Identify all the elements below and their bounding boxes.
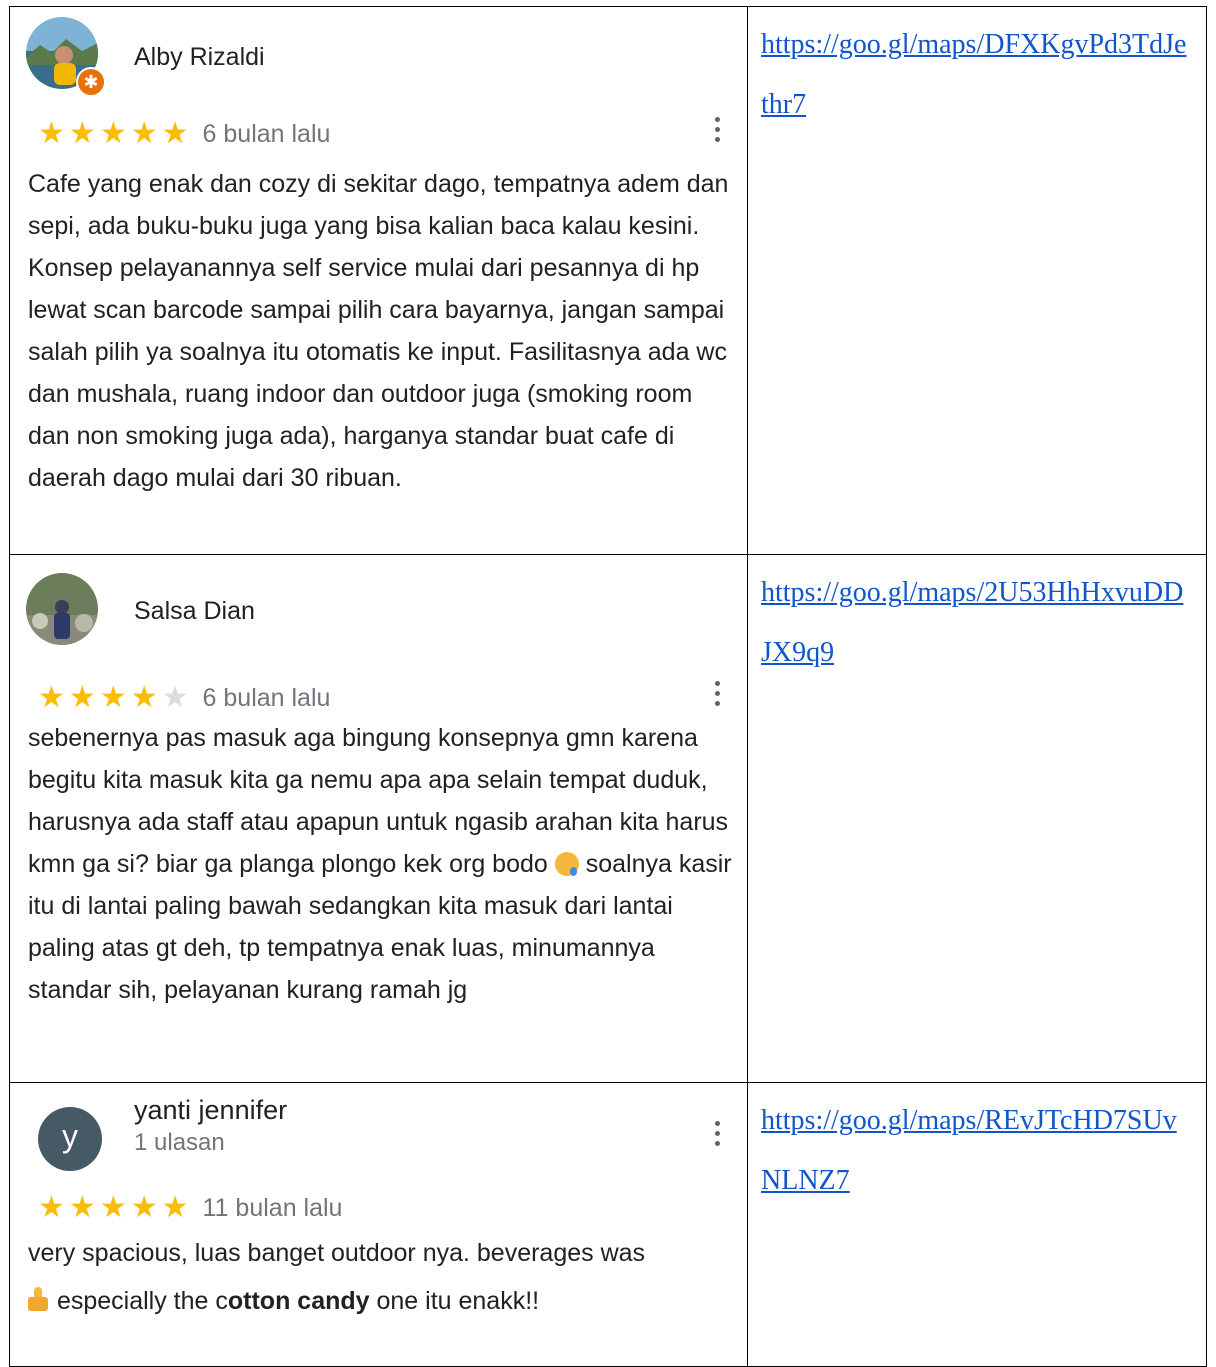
star-icon: ★ xyxy=(130,117,158,150)
reviewer-name[interactable]: Salsa Dian xyxy=(134,597,255,626)
maps-link[interactable]: https://goo.gl/maps/2U53HhHxvuDDJX9q9 xyxy=(761,563,1193,683)
star-icon: ★ xyxy=(161,1191,189,1224)
star-icon: ★ xyxy=(99,117,127,150)
review-cell: ✱ Alby Rizaldi ★ ★ ★ ★ ★ 6 bulan lalu Ca… xyxy=(9,6,748,555)
link-cell: https://goo.gl/maps/REvJTcHD7SUvNLNZ7 xyxy=(747,1082,1207,1367)
star-icon: ★ xyxy=(130,681,158,714)
table-row: y yanti jennifer 1 ulasan ★ ★ ★ ★ ★ 11 b… xyxy=(9,1082,1207,1367)
avatar-photo-icon xyxy=(26,573,98,645)
link-cell: https://goo.gl/maps/DFXKgvPd3TdJethr7 xyxy=(747,6,1207,555)
star-icon: ★ xyxy=(68,117,96,150)
review-cell: Salsa Dian ★ ★ ★ ★ ★ 6 bulan lalu sebene… xyxy=(9,554,748,1083)
review-date: 11 bulan lalu xyxy=(202,1193,343,1222)
star-icon: ★ xyxy=(38,681,65,714)
local-guide-badge-icon: ✱ xyxy=(76,67,106,97)
more-options-icon[interactable] xyxy=(713,1121,721,1146)
review-text-part: very spacious, luas banget outdoor nya. … xyxy=(28,1239,646,1267)
star-icon: ★ xyxy=(68,681,96,714)
star-icon: ★ xyxy=(38,117,65,150)
maps-link[interactable]: https://goo.gl/maps/DFXKgvPd3TdJethr7 xyxy=(761,15,1193,135)
reviewer-name[interactable]: Alby Rizaldi xyxy=(134,43,265,72)
review-date: 6 bulan lalu xyxy=(202,683,331,712)
star-icon: ★ xyxy=(99,681,127,714)
maps-link[interactable]: https://goo.gl/maps/REvJTcHD7SUvNLNZ7 xyxy=(761,1091,1193,1211)
review-text-part: one itu enakk!! xyxy=(369,1287,540,1315)
avatar-letter: y xyxy=(62,1118,78,1154)
star-rating: ★ ★ ★ ★ ★ 6 bulan lalu xyxy=(38,119,330,149)
review-date: 6 bulan lalu xyxy=(202,119,331,148)
star-rating: ★ ★ ★ ★ ★ 6 bulan lalu xyxy=(38,683,330,713)
star-icon: ★ xyxy=(161,117,189,150)
avatar[interactable] xyxy=(26,573,98,645)
review-text: very spacious, luas banget outdoor nya. … xyxy=(28,1229,744,1325)
star-icon: ★ xyxy=(130,1191,158,1224)
review-cell: y yanti jennifer 1 ulasan ★ ★ ★ ★ ★ 11 b… xyxy=(9,1082,748,1367)
star-icon: ★ xyxy=(161,681,189,714)
reviewer-name[interactable]: yanti jennifer xyxy=(134,1095,287,1126)
star-icon: ★ xyxy=(68,1191,96,1224)
review-text: Cafe yang enak dan cozy di sekitar dago,… xyxy=(28,170,729,492)
star-rating: ★ ★ ★ ★ ★ 11 bulan lalu xyxy=(38,1193,342,1223)
more-options-icon[interactable] xyxy=(713,117,721,142)
table-row: Salsa Dian ★ ★ ★ ★ ★ 6 bulan lalu sebene… xyxy=(9,554,1207,1083)
review-text-bold: otton candy xyxy=(227,1287,370,1315)
thumbs-up-emoji-icon xyxy=(28,1287,50,1313)
crying-face-emoji-icon xyxy=(554,852,579,876)
table-row: ✱ Alby Rizaldi ★ ★ ★ ★ ★ 6 bulan lalu Ca… xyxy=(9,6,1207,555)
review-text: sebenernya pas masuk aga bingung konsepn… xyxy=(28,717,740,1011)
review-count: 1 ulasan xyxy=(134,1129,225,1156)
star-icon: ★ xyxy=(38,1191,65,1224)
avatar[interactable]: y xyxy=(38,1107,102,1171)
star-icon: ★ xyxy=(99,1191,127,1224)
review-text-part: especially the c xyxy=(50,1287,228,1315)
more-options-icon[interactable] xyxy=(713,681,721,706)
link-cell: https://goo.gl/maps/2U53HhHxvuDDJX9q9 xyxy=(747,554,1207,1083)
reviews-table: ✱ Alby Rizaldi ★ ★ ★ ★ ★ 6 bulan lalu Ca… xyxy=(9,6,1207,1367)
